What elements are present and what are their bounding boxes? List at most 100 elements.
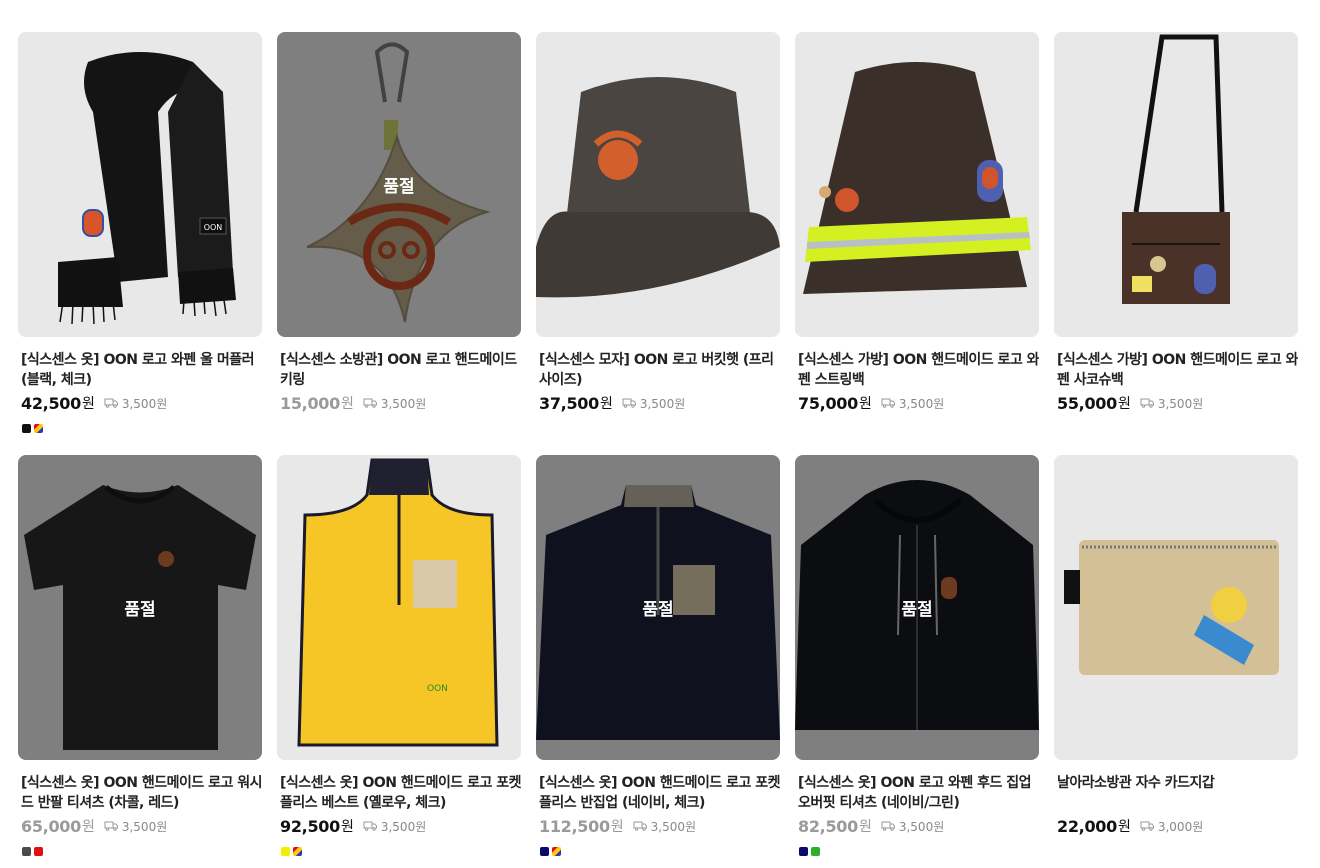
product-card[interactable]: 품절 [식스센스 옷] OON 핸드메이드 로고 포켓 플리스 반집업 (네이비… [536,455,780,868]
color-swatch-check [552,847,561,856]
shipping-fee-text: 3,500원 [121,819,168,834]
price-line: 15,000 원 3,500원 [277,392,521,414]
color-swatch-charcoal [22,847,31,856]
shipping-fee: 3,500원 [363,818,426,835]
shipping-fee-text: 3,500원 [380,819,427,834]
shipping-fee: 3,500원 [881,395,944,412]
price-line: 92,500 원 3,500원 [277,815,521,837]
color-swatch-check [34,424,43,433]
product-title[interactable]: [식스센스 옷] OON 핸드메이드 로고 포켓 플리스 반집업 (네이비, 체… [536,773,780,813]
product-card[interactable]: [식스센스 가방] OON 핸드메이드 로고 와펜 사코슈백 55,000 원 3… [1054,32,1298,445]
price-line: 37,500 원 3,500원 [536,392,780,414]
product-card[interactable]: [식스센스 모자] OON 로고 버킷햇 (프리사이즈) 37,500 원 3,5… [536,32,780,445]
product-price: 112,500 [539,816,610,836]
currency-label: 원 [340,819,354,835]
svg-text:OON: OON [427,684,448,694]
currency-label: 원 [1117,819,1131,835]
shipping-fee: 3,500원 [104,818,167,835]
product-title[interactable]: [식스센스 옷] OON 로고 와펜 후드 집업 오버핏 티셔츠 (네이비/그린… [795,773,1039,813]
product-title[interactable]: 날아라소방관 자수 카드지갑 [1054,773,1298,813]
soldout-label: 품절 [642,600,674,620]
svg-text:OON: OON [204,223,223,232]
color-swatch-green [811,847,820,856]
product-image-vest[interactable]: OON [277,455,521,760]
currency-label: 원 [1117,396,1131,412]
product-image-cardwallet[interactable] [1054,455,1298,760]
currency-label: 원 [81,819,95,835]
shipping-fee: 3,500원 [104,395,167,412]
shipping-fee-text: 3,500원 [650,819,697,834]
product-row-2: 품절 [식스센스 옷] OON 핸드메이드 로고 워시드 반팔 티셔츠 (차콜,… [18,455,1300,868]
shipping-fee-text: 3,500원 [380,396,427,411]
shipping-fee: 3,500원 [363,395,426,412]
shipping-fee-text: 3,500원 [898,396,945,411]
product-title[interactable]: [식스센스 옷] OON 로고 와펜 울 머플러 (블랙, 체크) [18,350,262,390]
soldout-overlay: 품절 [536,455,780,760]
shipping-fee-text: 3,500원 [121,396,168,411]
product-image-stringbag[interactable] [795,32,1039,337]
product-card[interactable]: 품절 [식스센스 소방관] OON 로고 핸드메이드 키링 15,000 원 3,… [277,32,521,445]
product-title[interactable]: [식스센스 옷] OON 핸드메이드 로고 워시드 반팔 티셔츠 (차콜, 레드… [18,773,262,813]
product-title[interactable]: [식스센스 가방] OON 핸드메이드 로고 와펜 사코슈백 [1054,350,1298,390]
product-title[interactable]: [식스센스 옷] OON 핸드메이드 로고 포켓 플리스 베스트 (옐로우, 체… [277,773,521,813]
product-title[interactable]: [식스센스 모자] OON 로고 버킷햇 (프리사이즈) [536,350,780,390]
price-line: 55,000 원 3,500원 [1054,392,1298,414]
price-line: 42,500 원 3,500원 [18,392,262,414]
currency-label: 원 [858,396,872,412]
product-image-tshirt[interactable]: 품절 [18,455,262,760]
soldout-label: 품절 [901,600,933,620]
truck-icon [1140,821,1154,831]
product-price: 37,500 [539,393,599,413]
product-card[interactable]: OON [식스센스 옷] OON 핸드메이드 로고 포켓 플리스 베스트 (옐로… [277,455,521,868]
soldout-overlay: 품절 [795,455,1039,760]
product-card[interactable]: 날아라소방관 자수 카드지갑 22,000 원 3,000원 [1054,455,1298,868]
color-swatches [277,847,521,856]
product-price: 15,000 [280,393,340,413]
truck-icon [881,821,895,831]
truck-icon [881,398,895,408]
price-line: 82,500 원 3,500원 [795,815,1039,837]
product-price: 82,500 [798,816,858,836]
shipping-fee: 3,000원 [1140,818,1203,835]
truck-icon [633,821,647,831]
currency-label: 원 [340,396,354,412]
truck-icon [622,398,636,408]
product-price: 65,000 [21,816,81,836]
product-image-buckethat[interactable] [536,32,780,337]
color-swatch-check [293,847,302,856]
truck-icon [104,398,118,408]
product-card[interactable]: 품절 [식스센스 옷] OON 핸드메이드 로고 워시드 반팔 티셔츠 (차콜,… [18,455,262,868]
price-line: 75,000 원 3,500원 [795,392,1039,414]
price-line: 65,000 원 3,500원 [18,815,262,837]
product-card[interactable]: OON [식스센스 옷] OON 로고 와펜 울 머플러 (블랙, 체크) 42… [18,32,262,445]
color-swatch-black [22,424,31,433]
price-line: 112,500 원 3,500원 [536,815,780,837]
product-card[interactable]: [식스센스 가방] OON 핸드메이드 로고 와펜 스트링백 75,000 원 3… [795,32,1039,445]
product-image-sacoche[interactable] [1054,32,1298,337]
currency-label: 원 [610,819,624,835]
soldout-label: 품절 [383,177,415,197]
color-swatch-navy [799,847,808,856]
currency-label: 원 [599,396,613,412]
shipping-fee-text: 3,500원 [898,819,945,834]
product-title[interactable]: [식스센스 소방관] OON 로고 핸드메이드 키링 [277,350,521,390]
shipping-fee: 3,500원 [622,395,685,412]
product-price: 22,000 [1057,816,1117,836]
color-swatch-yellow [281,847,290,856]
currency-label: 원 [81,396,95,412]
product-image-keyring[interactable]: 품절 [277,32,521,337]
truck-icon [363,821,377,831]
shipping-fee-text: 3,500원 [1157,396,1204,411]
product-image-scarf[interactable]: OON [18,32,262,337]
truck-icon [1140,398,1154,408]
color-swatches [18,424,262,433]
product-image-hoodie[interactable]: 품절 [795,455,1039,760]
shipping-fee: 3,500원 [633,818,696,835]
product-row-1: OON [식스센스 옷] OON 로고 와펜 울 머플러 (블랙, 체크) 42… [18,32,1300,445]
product-title[interactable]: [식스센스 가방] OON 핸드메이드 로고 와펜 스트링백 [795,350,1039,390]
product-card[interactable]: 품절 [식스센스 옷] OON 로고 와펜 후드 집업 오버핏 티셔츠 (네이비… [795,455,1039,868]
shipping-fee: 3,500원 [881,818,944,835]
product-price: 55,000 [1057,393,1117,413]
soldout-label: 품절 [124,600,156,620]
product-image-halfzip[interactable]: 품절 [536,455,780,760]
